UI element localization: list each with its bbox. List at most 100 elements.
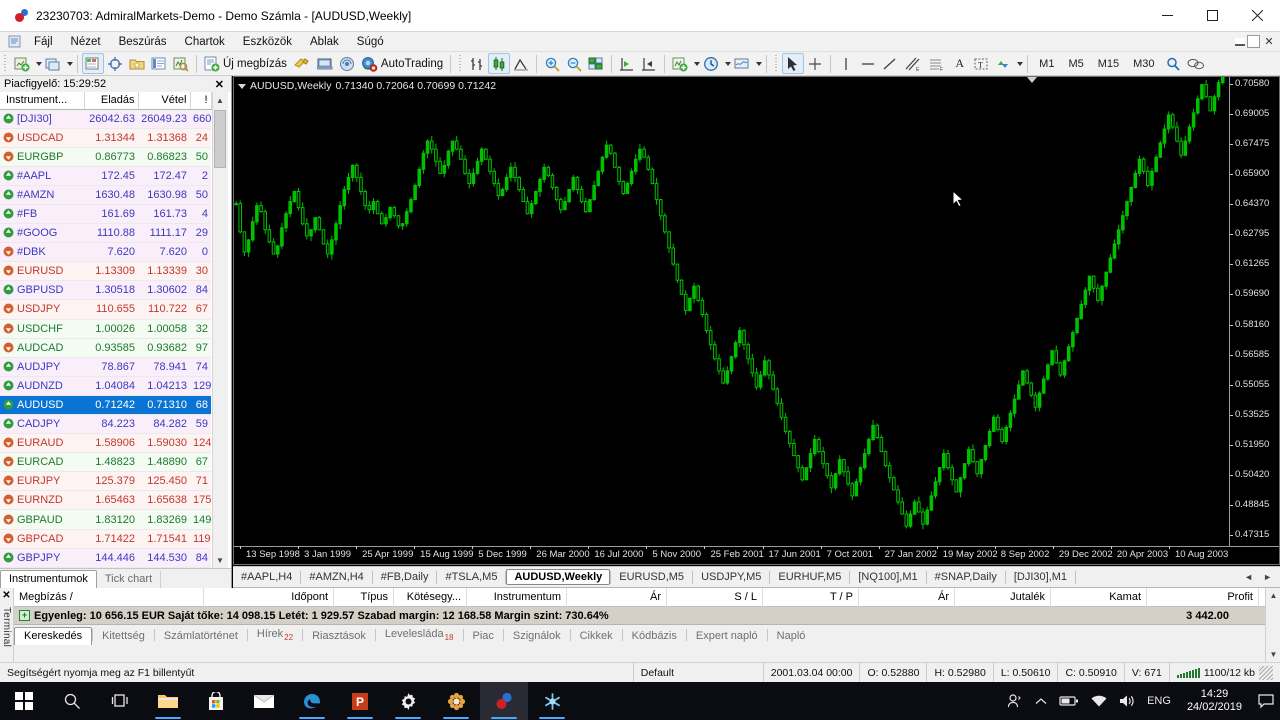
terminal-column-header[interactable]: Ár: [567, 587, 667, 607]
terminal-tab[interactable]: Levelesláda18: [376, 625, 463, 645]
chart-tab[interactable]: #AMZN,H4: [301, 569, 371, 585]
expert-advisors-icon[interactable]: [314, 53, 336, 74]
terminal-tab[interactable]: Kitettség: [93, 627, 154, 645]
crosshair-icon[interactable]: [804, 53, 826, 74]
chart-tab[interactable]: USDJPY,M5: [693, 569, 769, 585]
timeframe-m15-button[interactable]: M15: [1091, 53, 1126, 74]
market-watch-row[interactable]: #AMZN 1630.48 1630.98 50: [0, 185, 211, 205]
data-window-icon[interactable]: [104, 53, 126, 74]
volume-icon[interactable]: [1113, 682, 1141, 720]
chart-plot[interactable]: [234, 77, 1229, 546]
timeframe-m1-button[interactable]: M1: [1032, 53, 1061, 74]
task-view-button[interactable]: [96, 682, 144, 720]
navigator-icon[interactable]: [126, 53, 148, 74]
col-ask[interactable]: Vétel: [138, 92, 191, 110]
arrows-dropdown-icon[interactable]: [1017, 61, 1024, 66]
chart-tabs-prev-icon[interactable]: ◄: [1244, 572, 1253, 582]
magnifier-icon[interactable]: [1162, 53, 1184, 74]
terminal-column-header[interactable]: Megbízás /: [14, 587, 204, 607]
equidistant-channel-icon[interactable]: E: [901, 53, 925, 74]
horizontal-line-icon[interactable]: [857, 53, 879, 74]
terminal-tab[interactable]: Piac: [464, 627, 503, 645]
market-watch-row[interactable]: GBPAUD 1.83120 1.83269 149: [0, 509, 211, 530]
terminal-column-header[interactable]: Kamat: [1051, 587, 1147, 607]
market-watch-row[interactable]: EURCAD 1.48823 1.48890 67: [0, 452, 211, 473]
tile-windows-icon[interactable]: [585, 53, 607, 74]
market-watch-row[interactable]: USDCAD 1.31344 1.31368 24: [0, 128, 211, 148]
price-axis[interactable]: 0.70580 0.69005 0.67475 0.65900 0.64370 0.627…: [1229, 77, 1279, 546]
powerpoint-button[interactable]: P: [336, 682, 384, 720]
chart-tab[interactable]: #FB,Daily: [373, 569, 437, 585]
col-bid[interactable]: Eladás: [84, 92, 139, 110]
tab-instrumentumok[interactable]: Instrumentumok: [0, 570, 97, 588]
file-explorer-button[interactable]: [144, 682, 192, 720]
menu-sugo[interactable]: Súgó: [348, 34, 393, 50]
terminal-scroll-down-icon[interactable]: ▼: [1266, 647, 1280, 662]
terminal-scrollbar[interactable]: ▲ ▼: [1265, 588, 1280, 662]
bar-chart-icon[interactable]: [466, 53, 488, 74]
metaeditor-icon[interactable]: [290, 53, 314, 74]
templates-icon[interactable]: [731, 53, 753, 74]
toolbar-grip-2[interactable]: [457, 54, 465, 73]
terminal-column-header[interactable]: Időpont: [204, 587, 334, 607]
chart-tab[interactable]: #TSLA,M5: [437, 569, 505, 585]
market-watch-row[interactable]: USDJPY 110.655 110.722 67: [0, 299, 211, 320]
mdi-close-icon[interactable]: ✕: [1262, 35, 1276, 48]
fibonacci-icon[interactable]: F: [925, 53, 949, 74]
tab-tick-chart[interactable]: Tick chart: [97, 571, 162, 588]
show-hidden-icons-button[interactable]: [1029, 682, 1053, 720]
clock[interactable]: 14:29 24/02/2019: [1177, 688, 1252, 714]
terminal-column-header[interactable]: Kötésegy...: [394, 587, 467, 607]
chart-tab[interactable]: EURUSD,M5: [611, 569, 692, 585]
action-center-button[interactable]: [1252, 682, 1280, 720]
market-watch-row[interactable]: CADJPY 84.223 84.282 59: [0, 414, 211, 435]
terminal-tab[interactable]: Kereskedés: [14, 627, 93, 645]
market-watch-close-icon[interactable]: ✕: [215, 78, 227, 91]
market-watch-row[interactable]: #DBK 7.620 7.620 0: [0, 242, 211, 263]
terminal-column-header[interactable]: Ár: [859, 587, 955, 607]
microsoft-store-button[interactable]: [192, 682, 240, 720]
line-chart-icon[interactable]: [510, 53, 532, 74]
language-indicator[interactable]: ENG: [1141, 682, 1177, 720]
scroll-up-icon[interactable]: ▲: [212, 92, 228, 108]
arrows-icon[interactable]: [992, 53, 1014, 74]
resize-grip-icon[interactable]: [1259, 665, 1273, 680]
chart-tab[interactable]: [DJI30],M1: [1006, 569, 1075, 585]
status-profile[interactable]: Default: [632, 662, 763, 683]
market-watch-icon[interactable]: [82, 53, 104, 74]
terminal-close-icon[interactable]: ✕: [2, 590, 10, 601]
market-watch-row[interactable]: #GOOG 1110.88 1111.17 29: [0, 223, 211, 244]
start-button[interactable]: [0, 682, 48, 720]
autotrading-button[interactable]: AutoTrading: [358, 53, 446, 74]
terminal-icon[interactable]: [148, 53, 170, 74]
chart-area[interactable]: AUDUSD,Weekly 0.71340 0.72064 0.70699 0.…: [233, 76, 1280, 565]
terminal-scroll-up-icon[interactable]: ▲: [1266, 588, 1280, 603]
terminal-tab[interactable]: Riasztások: [303, 627, 375, 645]
chart-tab[interactable]: #SNAP,Daily: [927, 569, 1005, 585]
market-watch-row[interactable]: [DJI30] 26042.63 26049.23 660: [0, 109, 211, 129]
candlestick-chart-icon[interactable]: [488, 53, 511, 74]
zoom-out-icon[interactable]: [563, 53, 585, 74]
shift-end-icon[interactable]: [616, 53, 638, 74]
market-watch-scrollbar[interactable]: ▲ ▼: [211, 92, 228, 568]
timeframe-m30-button[interactable]: M30: [1126, 53, 1161, 74]
people-icon[interactable]: [1001, 682, 1029, 720]
chart-tab[interactable]: [NQ100],M1: [850, 569, 925, 585]
wifi-icon[interactable]: [1085, 682, 1113, 720]
mail-button[interactable]: [240, 682, 288, 720]
market-watch-row[interactable]: EURUSD 1.13309 1.13339 30: [0, 261, 211, 282]
scroll-thumb[interactable]: [214, 110, 226, 168]
market-watch-row[interactable]: EURJPY 125.379 125.450 71: [0, 471, 211, 492]
settings-button[interactable]: [384, 682, 432, 720]
toolbar-grip[interactable]: [2, 54, 9, 73]
mdi-minimize-button[interactable]: [1235, 37, 1245, 46]
text-label-icon[interactable]: T: [970, 53, 992, 74]
terminal-tab[interactable]: Napló: [768, 627, 815, 645]
close-button[interactable]: [1235, 0, 1280, 32]
market-watch-row[interactable]: EURAUD 1.58906 1.59030 124: [0, 433, 211, 454]
vertical-line-icon[interactable]: [835, 53, 857, 74]
col-spread[interactable]: !: [190, 92, 212, 110]
market-watch-row[interactable]: USDCHF 1.00026 1.00058 32: [0, 319, 211, 339]
terminal-tab[interactable]: Cikkek: [571, 627, 622, 645]
cursor-icon[interactable]: [782, 53, 805, 74]
